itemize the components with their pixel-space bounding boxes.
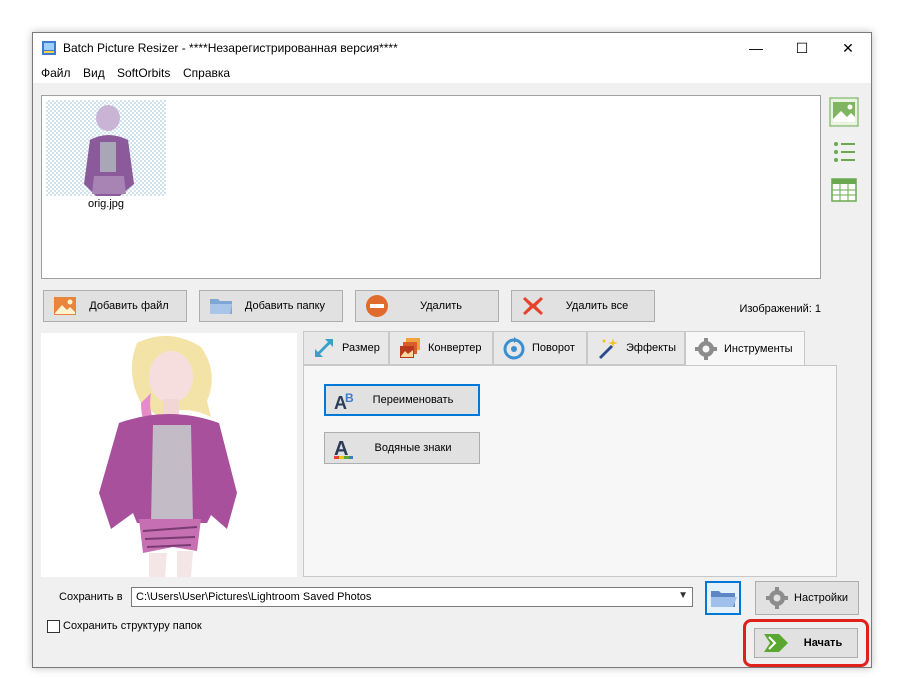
keep-structure-label[interactable]: Сохранить структуру папок [63, 620, 202, 632]
list-view-icon[interactable] [829, 137, 859, 167]
file-list[interactable]: orig.jpg [41, 95, 821, 279]
file-thumbnail[interactable] [46, 100, 166, 196]
minimize-icon: — [749, 40, 763, 56]
tab-converter[interactable]: Конвертер [389, 331, 493, 365]
add-image-icon [54, 297, 76, 315]
watermark-label: Водяные знаки [374, 442, 452, 454]
save-to-label: Сохранить в [59, 591, 123, 603]
tab-resize[interactable]: Размер [303, 331, 389, 365]
remove-label: Удалить [420, 300, 462, 312]
menu-bar: Файл Вид SoftOrbits Справка [33, 63, 871, 83]
convert-icon [400, 338, 420, 358]
resize-icon [315, 339, 333, 357]
app-icon [42, 41, 56, 55]
remove-icon [366, 295, 388, 317]
title-bar: Batch Picture Resizer - ****Незарегистри… [33, 33, 871, 63]
window-title: Batch Picture Resizer - ****Незарегистри… [63, 41, 398, 55]
settings-gear-icon [766, 587, 788, 609]
tab-rotate[interactable]: Поворот [493, 331, 587, 365]
chevron-down-icon[interactable]: ▼ [678, 590, 688, 601]
delete-x-icon [523, 297, 543, 315]
menu-file[interactable]: Файл [41, 66, 71, 80]
menu-view[interactable]: Вид [83, 66, 105, 80]
tab-tools-label: Инструменты [724, 342, 793, 355]
folder-icon [210, 299, 232, 314]
open-folder-icon [711, 591, 737, 607]
start-button[interactable]: Начать [754, 628, 858, 658]
start-arrow-icon [764, 634, 788, 652]
file-name: orig.jpg [87, 198, 125, 210]
save-path-value: C:\Users\User\Pictures\Lightroom Saved P… [136, 591, 372, 603]
remove-button[interactable]: Удалить [355, 290, 499, 322]
table-view-icon[interactable] [829, 175, 859, 205]
add-file-button[interactable]: Добавить файл [43, 290, 187, 322]
effects-icon [599, 338, 618, 359]
tab-resize-label: Размер [342, 342, 380, 354]
add-folder-label: Добавить папку [244, 300, 326, 312]
image-preview [41, 333, 297, 577]
tab-effects[interactable]: Эффекты [587, 331, 685, 365]
settings-button[interactable]: Настройки [755, 581, 859, 615]
tab-rotate-label: Поворот [532, 342, 575, 354]
keep-structure-checkbox[interactable] [47, 620, 60, 633]
maximize-button[interactable]: ☐ [779, 33, 825, 63]
close-button[interactable]: ✕ [825, 33, 871, 63]
image-count: Изображений: 1 [739, 303, 821, 315]
browse-folder-button[interactable] [705, 581, 741, 615]
tab-tools[interactable]: Инструменты [685, 331, 805, 366]
tab-effects-label: Эффекты [626, 342, 677, 354]
add-folder-button[interactable]: Добавить папку [199, 290, 343, 322]
minimize-button[interactable]: — [733, 33, 779, 63]
save-path-combo[interactable]: C:\Users\User\Pictures\Lightroom Saved P… [131, 587, 693, 607]
rotate-icon [503, 337, 525, 360]
remove-all-label: Удалить все [565, 300, 629, 312]
rename-button[interactable]: A B Переименовать [324, 384, 480, 416]
menu-softorbits[interactable]: SoftOrbits [117, 66, 170, 80]
main-window: Batch Picture Resizer - ****Незарегистри… [32, 32, 872, 668]
add-file-label: Добавить файл [89, 300, 169, 312]
watermark-icon: A [334, 438, 353, 460]
start-highlight: Начать [743, 619, 869, 667]
tools-gear-icon [695, 337, 717, 360]
watermark-button[interactable]: A Водяные знаки [324, 432, 480, 464]
menu-help[interactable]: Справка [183, 66, 230, 80]
tools-panel: A B Переименовать A Водяные знаки [303, 365, 837, 577]
rename-icon: A B [334, 391, 354, 412]
thumbnails-view-icon[interactable] [829, 97, 859, 127]
svg-text:B: B [345, 391, 354, 405]
settings-label: Настройки [794, 592, 848, 604]
start-label: Начать [803, 637, 843, 649]
maximize-icon: ☐ [795, 39, 809, 56]
close-icon: ✕ [842, 39, 854, 56]
rename-label: Переименовать [372, 394, 454, 406]
tab-converter-label: Конвертер [428, 342, 482, 354]
remove-all-button[interactable]: Удалить все [511, 290, 655, 322]
